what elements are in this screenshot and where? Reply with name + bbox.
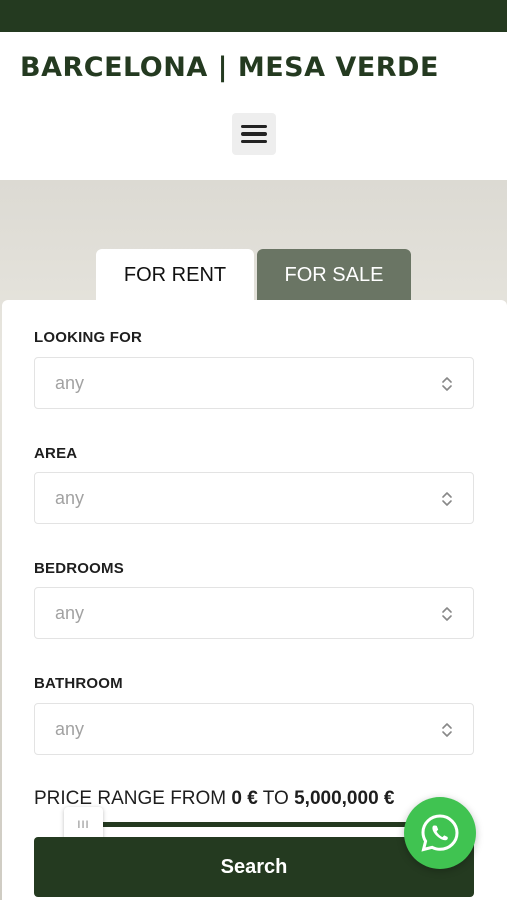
looking-for-select[interactable]: any (34, 357, 474, 409)
looking-for-label: LOOKING FOR (34, 329, 143, 346)
price-from-value: 0 € (231, 788, 258, 809)
looking-for-value: any (55, 373, 85, 393)
hamburger-menu-button[interactable] (232, 113, 276, 155)
price-range-title: PRICE RANGE (34, 788, 165, 809)
select-arrows-icon (442, 607, 452, 621)
site-logo[interactable]: BARCELONA | MESA VERDE (20, 52, 439, 83)
area-value: any (55, 488, 85, 508)
bathroom-select[interactable]: any (34, 703, 474, 755)
site-header: BARCELONA | MESA VERDE (0, 32, 507, 180)
select-arrows-icon (442, 723, 452, 737)
whatsapp-button[interactable] (404, 797, 476, 869)
select-arrows-icon (442, 492, 452, 506)
whatsapp-icon (421, 814, 459, 852)
price-from-label: FROM (170, 788, 227, 809)
bedrooms-value: any (55, 603, 85, 623)
bathroom-label: BATHROOM (34, 675, 123, 692)
hamburger-menu-icon (241, 124, 267, 129)
area-select[interactable]: any (34, 472, 474, 524)
price-slider-track[interactable] (70, 822, 440, 827)
tab-for-rent[interactable]: FOR RENT (96, 249, 254, 301)
price-to-value: 5,000,000 € (294, 788, 395, 809)
bedrooms-select[interactable]: any (34, 587, 474, 639)
select-arrows-icon (442, 377, 452, 391)
top-bar (0, 0, 507, 32)
bathroom-value: any (55, 719, 85, 739)
tab-for-sale[interactable]: FOR SALE (257, 249, 411, 301)
bedrooms-label: BEDROOMS (34, 560, 124, 577)
area-label: AREA (34, 445, 78, 462)
price-to-label: TO (262, 788, 289, 809)
